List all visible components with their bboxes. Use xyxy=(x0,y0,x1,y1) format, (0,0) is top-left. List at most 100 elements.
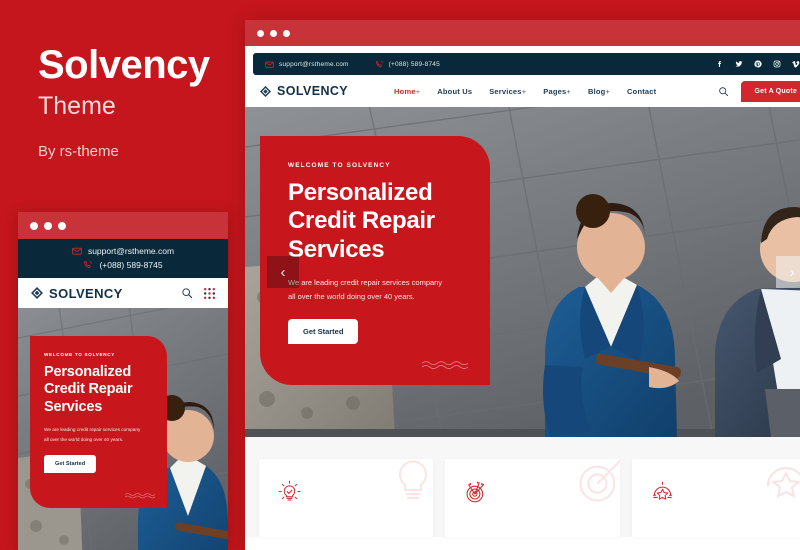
mobile-hero-title-line-2: Credit Repair xyxy=(44,381,133,398)
promo-author: By rs-theme xyxy=(38,142,119,160)
mobile-topbar-email[interactable]: support@rstheme.com xyxy=(72,246,174,256)
navbar-right: Get A Quote xyxy=(718,80,800,102)
topbar-email[interactable]: support@rstheme.com xyxy=(265,60,349,69)
mobile-window-dot-close-icon[interactable] xyxy=(30,221,38,230)
window-dot-minimize-icon[interactable] xyxy=(270,29,277,37)
slider-prev-button[interactable]: ‹ xyxy=(267,256,299,288)
mobile-topbar-phone[interactable]: (+088) 589-8745 xyxy=(83,260,163,270)
hero-title-line-1: Personalized xyxy=(288,179,433,206)
slider-next-button[interactable]: › xyxy=(776,256,800,288)
website-viewport: support@rstheme.com (+088) 589-8745 SOLV… xyxy=(245,46,800,550)
mobile-site-logo[interactable]: SOLVENCY xyxy=(30,286,123,301)
mobile-title-bar xyxy=(18,212,228,239)
mobile-navbar: SOLVENCY xyxy=(18,278,228,308)
mobile-hero-title-line-1: Personalized xyxy=(44,364,132,380)
nav-item-blog-caret: + xyxy=(605,86,611,96)
pinterest-icon[interactable] xyxy=(754,60,762,68)
topbar-wrapper: support@rstheme.com (+088) 589-8745 xyxy=(245,46,800,75)
nav-item-services-caret: + xyxy=(521,86,527,96)
nav-item-pages-label: Pages xyxy=(543,86,567,96)
mobile-hero-description-line-1: We are leading credit repair services co… xyxy=(44,427,141,433)
hero-title: Personalized Credit Repair Services xyxy=(288,179,468,264)
window-dot-maximize-icon[interactable] xyxy=(283,29,290,37)
hero-slider: WELCOME TO SOLVENCY Personalized Credit … xyxy=(245,107,800,437)
vimeo-icon[interactable] xyxy=(792,60,800,68)
nav-item-home[interactable]: Home+ xyxy=(394,87,420,96)
hero-description: We are leading credit repair services co… xyxy=(288,276,468,304)
nav-item-blog[interactable]: Blog+ xyxy=(588,87,610,96)
screenshot-root: Solvency Theme By rs-theme support@rsthe… xyxy=(0,0,800,550)
twitter-icon[interactable] xyxy=(735,60,743,68)
hero-title-line-2: Credit Repair xyxy=(288,207,435,235)
services-section xyxy=(245,437,800,537)
phone-icon xyxy=(84,261,93,268)
phone-icon xyxy=(375,60,383,67)
topbar-social-links xyxy=(716,60,800,68)
envelope-icon xyxy=(72,247,82,255)
browser-title-bar xyxy=(245,20,800,46)
hero-description-line-1: We are leading credit repair services co… xyxy=(288,277,443,287)
service-card-1[interactable] xyxy=(259,459,434,537)
nav-item-pages-caret: + xyxy=(566,86,571,96)
hero-title-line-3: Services xyxy=(288,235,385,263)
main-menu: Home+ About Us Services+ Pages+ Blog+ Co… xyxy=(394,87,656,96)
star-badge-watermark-icon xyxy=(766,466,800,498)
nav-item-home-label: Home xyxy=(394,86,416,96)
topbar-email-text: support@rstheme.com xyxy=(279,60,349,68)
nav-item-about-us[interactable]: About Us xyxy=(437,87,472,96)
mobile-hero-title-line-3: Services xyxy=(44,398,103,415)
mobile-hero-card: WELCOME TO SOLVENCY Personalized Credit … xyxy=(30,336,167,508)
diamond-logo-icon xyxy=(259,85,272,97)
nav-item-home-caret: + xyxy=(415,86,421,96)
nav-item-about-us-label: About Us xyxy=(437,86,473,96)
promo-panel: Solvency Theme By rs-theme xyxy=(38,44,238,160)
site-logo[interactable]: SOLVENCY xyxy=(259,84,348,98)
service-card-2[interactable] xyxy=(445,459,620,537)
hero-description-line-2: all over the world doing over 40 years. xyxy=(288,291,415,301)
nav-item-contact[interactable]: Contact xyxy=(627,87,656,96)
mobile-topbar-phone-text: (+088) 589-8745 xyxy=(99,260,163,270)
mobile-site-logo-text: SOLVENCY xyxy=(49,285,123,301)
window-dot-close-icon[interactable] xyxy=(257,29,264,37)
search-icon[interactable] xyxy=(718,86,729,97)
mobile-hero-description-line-2: all over the world doing over 40 years. xyxy=(44,436,124,442)
page-title: Solvency xyxy=(38,43,210,87)
nav-item-blog-label: Blog xyxy=(587,86,606,96)
mobile-hero-eyebrow: WELCOME TO SOLVENCY xyxy=(44,352,116,357)
hero-eyebrow: WELCOME TO SOLVENCY xyxy=(288,162,391,169)
nav-item-services-label: Services xyxy=(489,86,522,96)
wave-decoration-icon xyxy=(125,493,155,499)
promo-subtitle: Theme xyxy=(38,92,116,120)
site-topbar: support@rstheme.com (+088) 589-8745 xyxy=(253,53,800,75)
lightbulb-check-watermark-icon xyxy=(399,460,428,499)
mobile-navbar-right xyxy=(181,287,216,300)
target-dart-watermark-icon xyxy=(579,459,620,502)
site-navbar: SOLVENCY Home+ About Us Services+ Pages+ xyxy=(245,75,800,107)
instagram-icon[interactable] xyxy=(773,60,781,68)
site-logo-text: SOLVENCY xyxy=(277,84,349,98)
mobile-hero-title: Personalized Credit Repair Services xyxy=(44,364,155,416)
mobile-hero: WELCOME TO SOLVENCY Personalized Credit … xyxy=(18,308,228,550)
nav-item-pages[interactable]: Pages+ xyxy=(543,87,571,96)
service-card-3[interactable] xyxy=(631,459,800,537)
mobile-topbar-email-text: support@rstheme.com xyxy=(87,246,175,256)
envelope-icon xyxy=(265,61,274,68)
dot-grid-menu-icon[interactable] xyxy=(203,287,216,300)
diamond-logo-icon xyxy=(31,287,43,299)
get-a-quote-button[interactable]: Get A Quote xyxy=(741,80,800,102)
mobile-browser-mockup: support@rstheme.com (+088) 589-8745 SOLV… xyxy=(18,212,228,550)
topbar-phone[interactable]: (+088) 589-8745 xyxy=(375,60,440,69)
mobile-hero-description: We are leading credit repair services co… xyxy=(44,425,155,444)
mobile-topbar: support@rstheme.com (+088) 589-8745 xyxy=(18,239,228,278)
search-icon[interactable] xyxy=(181,287,193,299)
hero-get-started-button[interactable]: Get Started xyxy=(288,318,359,344)
nav-item-contact-label: Contact xyxy=(627,86,657,96)
facebook-icon[interactable] xyxy=(716,60,724,68)
mobile-window-dot-minimize-icon[interactable] xyxy=(44,221,52,230)
mobile-window-dot-maximize-icon[interactable] xyxy=(58,221,66,230)
topbar-phone-text: (+088) 589-8745 xyxy=(388,60,440,68)
desktop-browser-mockup: support@rstheme.com (+088) 589-8745 SOLV… xyxy=(245,20,800,550)
wave-decoration-icon xyxy=(422,361,468,369)
mobile-hero-get-started-button[interactable]: Get Started xyxy=(44,454,97,473)
nav-item-services[interactable]: Services+ xyxy=(489,87,526,96)
